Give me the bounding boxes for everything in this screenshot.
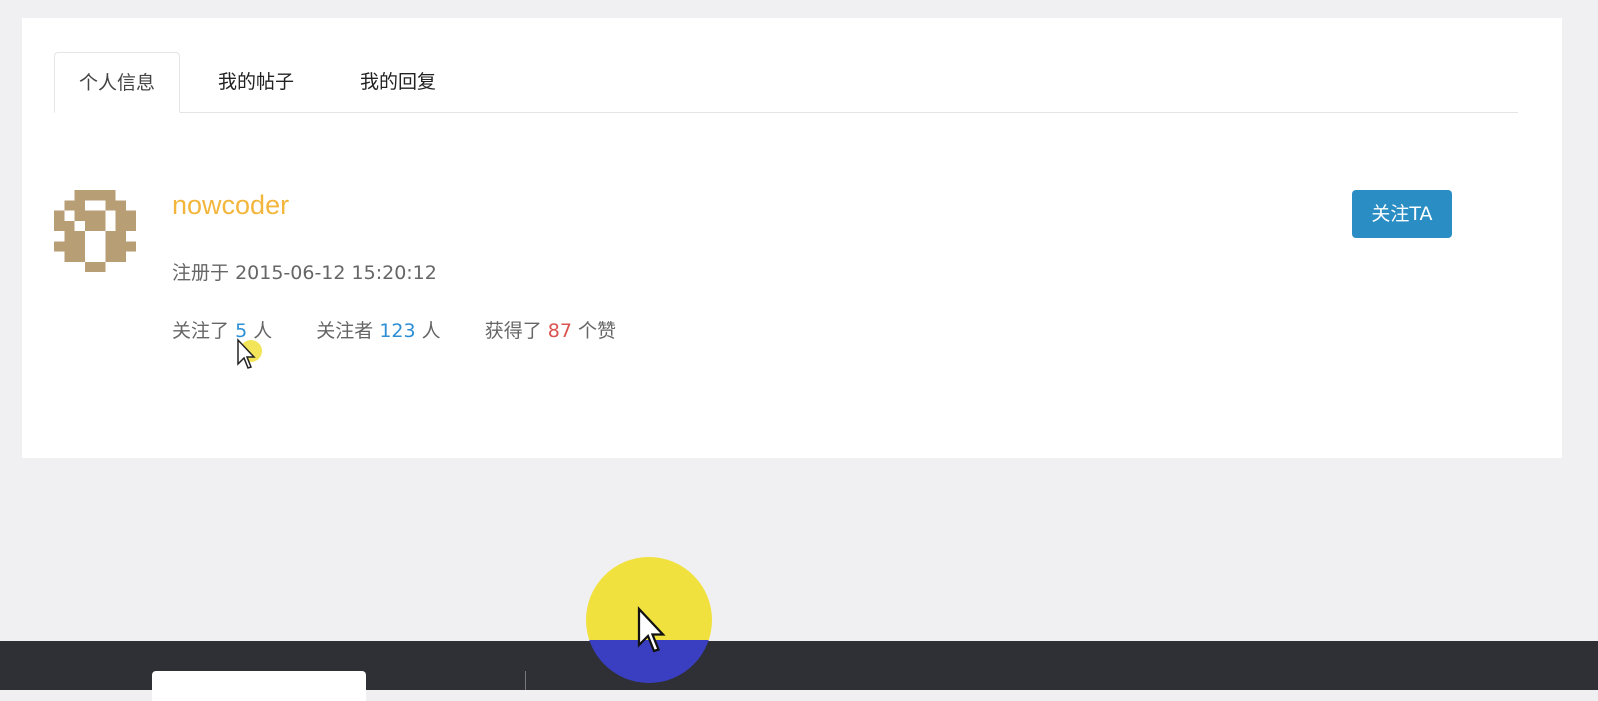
- likes-suffix: 个赞: [578, 320, 617, 342]
- tab-personal-info[interactable]: 个人信息: [54, 52, 181, 113]
- registered-label: 注册于: [172, 262, 230, 284]
- registration-info: 注册于 2015-06-12 15:20:12: [172, 258, 437, 285]
- followers-prefix: 关注者: [316, 320, 374, 342]
- username: nowcoder: [172, 190, 290, 220]
- followers-suffix: 人: [421, 320, 441, 342]
- footer-divider: [525, 671, 526, 690]
- likes-count: 87: [547, 320, 572, 342]
- tab-my-replies[interactable]: 我的回复: [336, 52, 460, 112]
- registered-date: 2015-06-12 15:20:12: [235, 262, 437, 284]
- followers-count[interactable]: 123: [379, 320, 415, 342]
- follow-button[interactable]: 关注TA: [1352, 190, 1452, 238]
- mouse-pointer-icon: [637, 606, 666, 653]
- following-stat[interactable]: 关注了 5 人: [172, 316, 272, 343]
- tab-my-posts[interactable]: 我的帖子: [194, 52, 318, 112]
- following-prefix: 关注了: [172, 320, 230, 342]
- mouse-pointer-icon: [237, 338, 256, 369]
- following-suffix: 人: [253, 320, 273, 342]
- profile-tabs: 个人信息 我的帖子 我的回复: [54, 52, 1518, 113]
- footer-logo: [152, 671, 366, 701]
- likes-stat: 获得了 87 个赞: [485, 316, 616, 343]
- likes-prefix: 获得了: [484, 320, 542, 342]
- followers-stat[interactable]: 关注者 123 人: [316, 316, 440, 343]
- avatar-icon: [54, 190, 136, 272]
- profile-card: 个人信息 我的帖子 我的回复 nowcoder 注册于 2015-06-12 1…: [22, 18, 1562, 458]
- footer: [0, 641, 1598, 701]
